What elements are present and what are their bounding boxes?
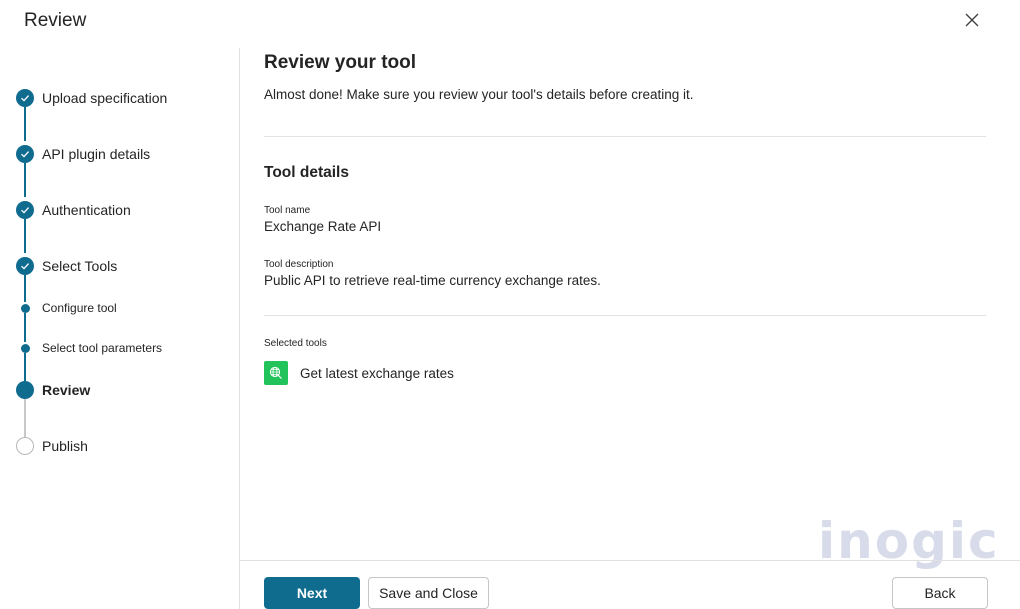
step-authentication[interactable]: Authentication <box>16 201 131 219</box>
globe-icon <box>264 361 288 385</box>
step-select-tools[interactable]: Select Tools <box>16 257 117 275</box>
page-title: Review your tool <box>264 52 417 73</box>
step-configure-tool[interactable]: Configure tool <box>16 299 117 317</box>
tool-name-label: Tool name <box>264 205 311 216</box>
checkmark-icon <box>16 257 34 275</box>
step-connector <box>24 275 26 302</box>
step-label: Publish <box>42 438 88 454</box>
selected-tools-label: Selected tools <box>264 338 327 349</box>
step-publish[interactable]: Publish <box>16 437 88 455</box>
step-label: Review <box>42 382 91 398</box>
step-select-tool-parameters[interactable]: Select tool parameters <box>16 339 162 357</box>
page-subtitle: Almost done! Make sure you review your t… <box>264 87 694 102</box>
checkmark-icon <box>16 145 34 163</box>
section-divider <box>264 136 986 137</box>
checkmark-icon <box>16 89 34 107</box>
tool-description-value: Public API to retrieve real-time currenc… <box>264 273 601 288</box>
current-step-icon <box>16 381 34 399</box>
step-review[interactable]: Review <box>16 381 90 399</box>
step-label: Authentication <box>42 202 131 218</box>
vertical-divider <box>239 48 240 609</box>
step-connector <box>24 313 26 342</box>
step-connector <box>24 107 26 141</box>
section-divider <box>264 315 986 316</box>
tool-name-value: Exchange Rate API <box>264 219 382 234</box>
step-upload-specification[interactable]: Upload specification <box>16 89 167 107</box>
back-button[interactable]: Back <box>892 577 988 609</box>
checkmark-icon <box>16 201 34 219</box>
step-connector <box>24 219 26 253</box>
watermark-logo: inogic <box>818 512 1000 570</box>
next-button[interactable]: Next <box>264 577 360 609</box>
section-title: Tool details <box>264 164 349 181</box>
step-api-plugin-details[interactable]: API plugin details <box>16 145 150 163</box>
close-button[interactable] <box>958 6 986 34</box>
step-label: Upload specification <box>42 90 168 106</box>
empty-circle-icon <box>16 437 34 455</box>
save-and-close-button[interactable]: Save and Close <box>368 577 489 609</box>
selected-tool-item: Get latest exchange rates <box>264 361 454 385</box>
close-icon <box>965 13 979 27</box>
footer-divider <box>240 560 1020 561</box>
step-label: Configure tool <box>42 301 117 315</box>
step-label: Select tool parameters <box>42 341 163 355</box>
wizard-stepper: Upload specification API plugin details … <box>0 0 239 609</box>
step-connector <box>24 353 26 381</box>
substep-dot-icon <box>16 339 34 357</box>
step-label: Select Tools <box>42 258 118 274</box>
step-connector <box>24 399 26 437</box>
substep-dot-icon <box>16 299 34 317</box>
step-label: API plugin details <box>42 146 151 162</box>
step-connector <box>24 163 26 197</box>
tool-description-label: Tool description <box>264 259 334 270</box>
selected-tool-name: Get latest exchange rates <box>300 365 454 381</box>
